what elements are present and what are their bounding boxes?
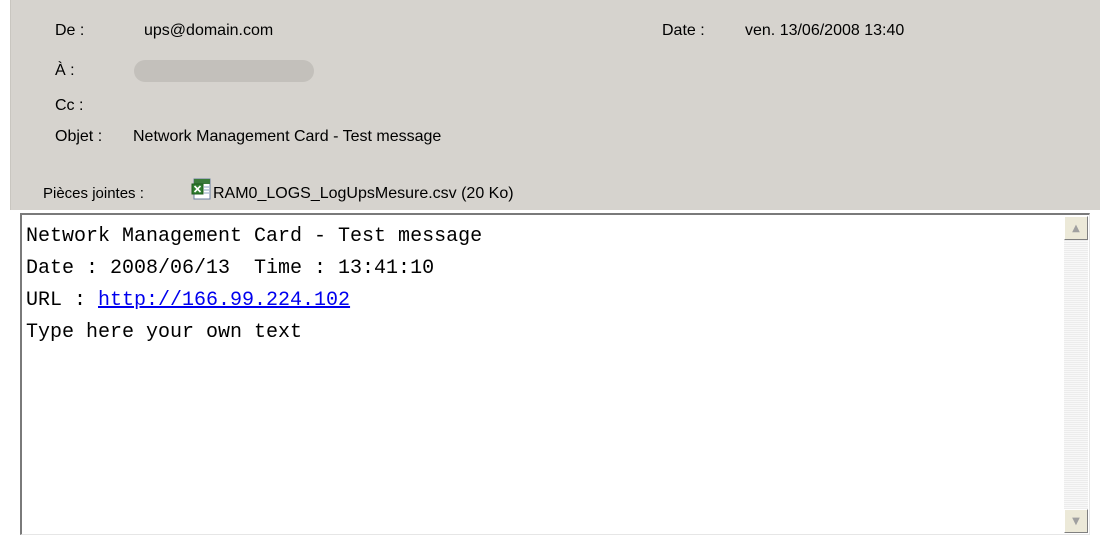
- subject-label: Objet :: [55, 128, 103, 145]
- body-line-3: URL : http://166.99.224.102: [26, 285, 1061, 317]
- message-body[interactable]: Network Management Card - Test message D…: [20, 213, 1090, 535]
- date-label: Date :: [662, 22, 705, 39]
- body-line-2: Date : 2008/06/13 Time : 13:41:10: [26, 257, 435, 280]
- subject-value: Network Management Card - Test message: [133, 128, 442, 145]
- url-prefix: URL :: [26, 289, 99, 312]
- body-line-1: Network Management Card - Test message: [26, 225, 483, 248]
- email-header: De : ups@domain.com Date : ven. 13/06/20…: [10, 0, 1100, 210]
- url-link[interactable]: http://166.99.224.102: [98, 289, 350, 312]
- attachments-label: Pièces jointes :: [43, 185, 144, 202]
- to-label: À :: [55, 62, 75, 79]
- vertical-scrollbar[interactable]: ▲ ▼: [1064, 216, 1088, 533]
- date-value: ven. 13/06/2008 13:40: [745, 22, 905, 39]
- scroll-up-arrow-icon[interactable]: ▲: [1064, 216, 1088, 240]
- redacted-recipient: [134, 60, 314, 82]
- cc-label: Cc :: [55, 97, 84, 114]
- scroll-down-arrow-icon[interactable]: ▼: [1064, 509, 1088, 533]
- from-value[interactable]: ups@domain.com: [144, 22, 273, 40]
- excel-file-icon[interactable]: [191, 178, 213, 200]
- from-label: De :: [55, 22, 85, 39]
- email-viewer: De : ups@domain.com Date : ven. 13/06/20…: [0, 0, 1100, 544]
- body-line-4: Type here your own text: [26, 321, 303, 344]
- attachment-name[interactable]: RAM0_LOGS_LogUpsMesure.csv (20 Ko): [213, 185, 514, 203]
- message-text: Network Management Card - Test message D…: [26, 221, 1061, 532]
